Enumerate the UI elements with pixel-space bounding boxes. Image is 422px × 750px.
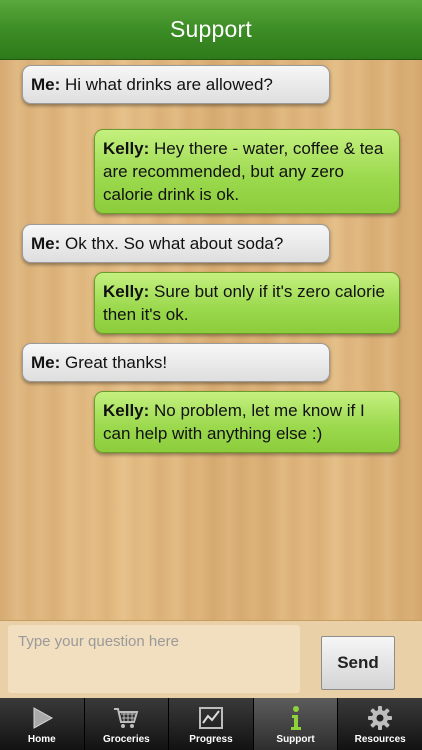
page-title: Support — [170, 16, 252, 42]
message-sender: Me: — [31, 75, 61, 94]
shopping-cart-icon — [113, 705, 139, 731]
message-sender: Me: — [31, 353, 61, 372]
message-bubble-me: Me: Great thanks! — [22, 343, 330, 382]
chat-area[interactable]: Me: Hi what drinks are allowed? Kelly: H… — [0, 60, 422, 620]
tab-groceries[interactable]: Groceries — [83, 698, 169, 750]
message-bubble-me: Me: Hi what drinks are allowed? — [22, 65, 330, 104]
chart-icon — [198, 705, 224, 731]
tab-label: Home — [27, 734, 56, 745]
tab-support[interactable]: Support — [252, 698, 338, 750]
message-bubble-me: Me: Ok thx. So what about soda? — [22, 224, 330, 263]
message-sender: Me: — [31, 234, 61, 253]
message-sender: Kelly: — [103, 282, 150, 301]
tab-bar: Home Groceries Progress Support Resource… — [0, 698, 422, 750]
gear-icon — [367, 705, 393, 731]
message-text: Hi what drinks are allowed? — [60, 75, 273, 94]
tab-resources[interactable]: Resources — [337, 698, 422, 750]
navbar: Support — [0, 0, 422, 60]
tab-label: Support — [276, 734, 315, 745]
tab-progress[interactable]: Progress — [168, 698, 253, 750]
message-text: Ok thx. So what about soda? — [60, 234, 284, 253]
play-icon — [29, 705, 55, 731]
message-sender: Kelly: — [103, 139, 150, 158]
message-bubble-kelly: Kelly: Sure but only if it's zero calori… — [94, 272, 400, 334]
tab-label: Groceries — [103, 734, 150, 745]
send-button[interactable]: Send — [321, 636, 395, 690]
tab-label: Progress — [189, 734, 233, 745]
tab-label: Resources — [354, 734, 406, 745]
message-bubble-kelly: Kelly: No problem, let me know if I can … — [94, 391, 400, 453]
message-text: Great thanks! — [60, 353, 168, 372]
message-bubble-kelly: Kelly: Hey there - water, coffee & tea a… — [94, 129, 400, 214]
message-sender: Kelly: — [103, 401, 150, 420]
info-icon — [283, 705, 309, 731]
question-input[interactable] — [8, 625, 300, 693]
tab-home[interactable]: Home — [0, 698, 84, 750]
